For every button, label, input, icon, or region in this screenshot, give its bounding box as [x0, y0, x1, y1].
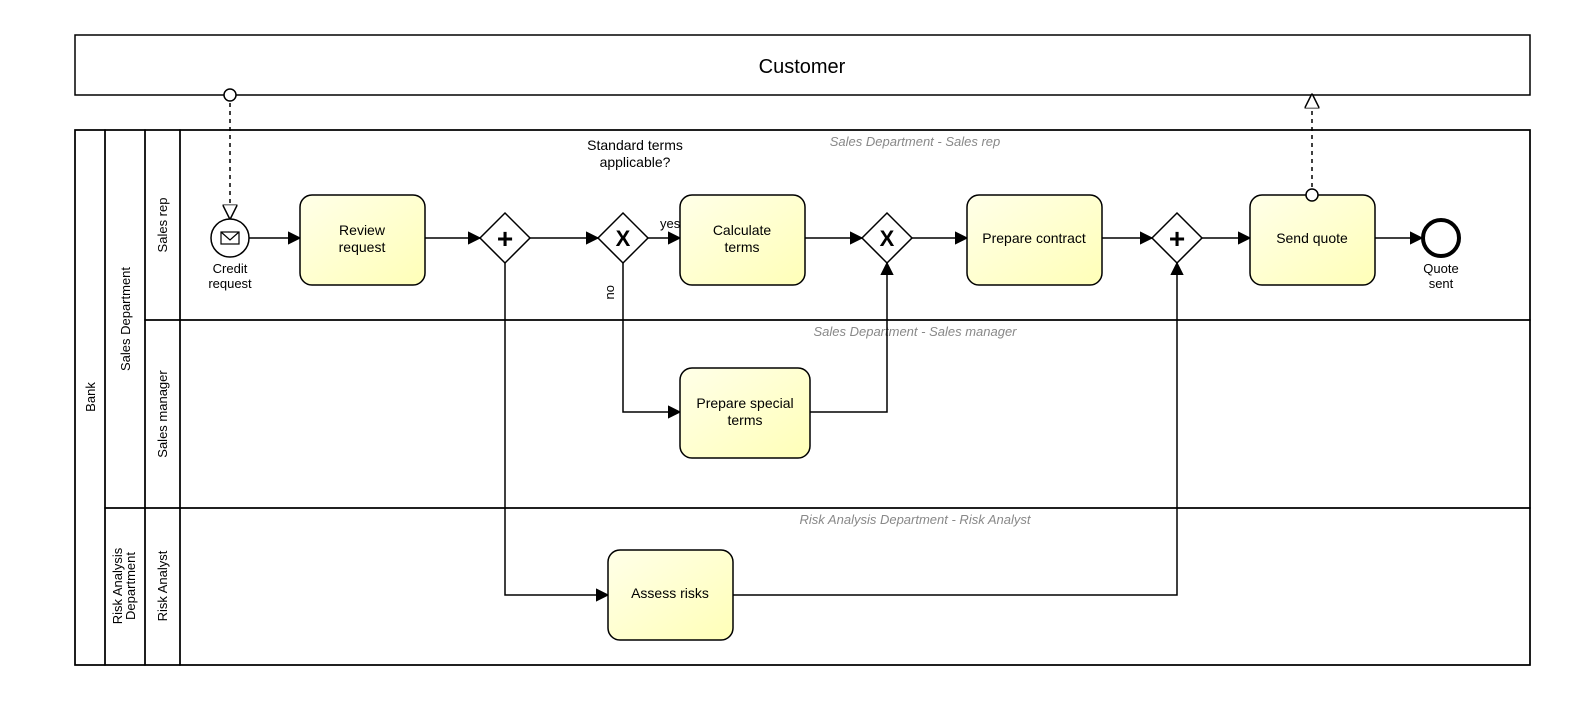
lane-risk-analyst-title: Risk Analyst	[155, 550, 170, 621]
lane-sales-manager-header: Sales Department - Sales manager	[813, 324, 1017, 339]
task-calculate-terms: Calculate terms	[680, 195, 805, 285]
gateway-exclusive-symbol: X	[616, 226, 631, 251]
gateway-parallel-merge: +	[1152, 213, 1202, 263]
gateway-parallel-split: +	[480, 213, 530, 263]
lane-risk-dept-title-2: Department	[123, 552, 138, 620]
task-assess-risks-label: Assess risks	[631, 585, 709, 601]
end-event-quote-sent: Quote sent	[1423, 220, 1459, 291]
gateway-exclusive-standard-terms: X Standard terms applicable?	[587, 137, 683, 263]
lane-sales-manager-title: Sales manager	[155, 370, 170, 458]
gateway-parallel-split-symbol: +	[497, 223, 513, 254]
end-event-label-2: sent	[1429, 276, 1454, 291]
message-icon	[221, 232, 239, 244]
task-assess-risks: Assess risks	[608, 550, 733, 640]
gateway-parallel-merge-symbol: +	[1169, 223, 1185, 254]
start-event-label-2: request	[208, 276, 252, 291]
pool-customer-title: Customer	[759, 56, 846, 78]
lane-risk-department: Risk Analysis Department	[105, 508, 145, 665]
start-event-label-1: Credit	[213, 261, 248, 276]
gateway-exclusive-merge-symbol: X	[880, 226, 895, 251]
task-prepare-contract-label: Prepare contract	[982, 230, 1086, 246]
lane-risk-analyst-header: Risk Analysis Department - Risk Analyst	[800, 512, 1032, 527]
task-review-request-label-1: Review	[339, 222, 386, 238]
lane-sales-department: Sales Department	[105, 130, 145, 508]
task-prepare-special-terms-label-2: terms	[728, 412, 763, 428]
lane-risk-analyst: Risk Analyst Risk Analysis Department - …	[145, 508, 1530, 665]
pool-customer: Customer	[75, 35, 1530, 95]
task-send-quote-label: Send quote	[1276, 230, 1348, 246]
flow-g2-no-to-special	[623, 263, 680, 412]
lane-sales-rep-header: Sales Department - Sales rep	[830, 134, 1001, 149]
lane-sales-manager: Sales manager Sales Department - Sales m…	[145, 320, 1530, 508]
start-event-credit-request: Credit request	[208, 219, 252, 291]
end-event-label-1: Quote	[1423, 261, 1458, 276]
task-review-request: Review request	[300, 195, 425, 285]
task-calculate-terms-label-2: terms	[725, 239, 760, 255]
gateway-question-line2: applicable?	[600, 154, 671, 170]
lane-sales-department-title: Sales Department	[118, 267, 133, 371]
task-calculate-terms-label-1: Calculate	[713, 222, 772, 238]
lane-sales-rep-title: Sales rep	[155, 198, 170, 253]
pool-bank-title: Bank	[83, 382, 98, 412]
flow-g1-to-assess-risks	[505, 263, 608, 595]
task-prepare-special-terms-label-1: Prepare special	[696, 395, 793, 411]
task-prepare-special-terms: Prepare special terms	[680, 368, 810, 458]
task-send-quote: Send quote	[1250, 195, 1375, 285]
flow-no-label: no	[602, 285, 617, 299]
task-review-request-label-2: request	[339, 239, 386, 255]
gateway-question-line1: Standard terms	[587, 137, 683, 153]
task-prepare-contract: Prepare contract	[967, 195, 1102, 285]
flow-yes-label: yes	[660, 216, 681, 231]
gateway-exclusive-merge: X	[862, 213, 912, 263]
